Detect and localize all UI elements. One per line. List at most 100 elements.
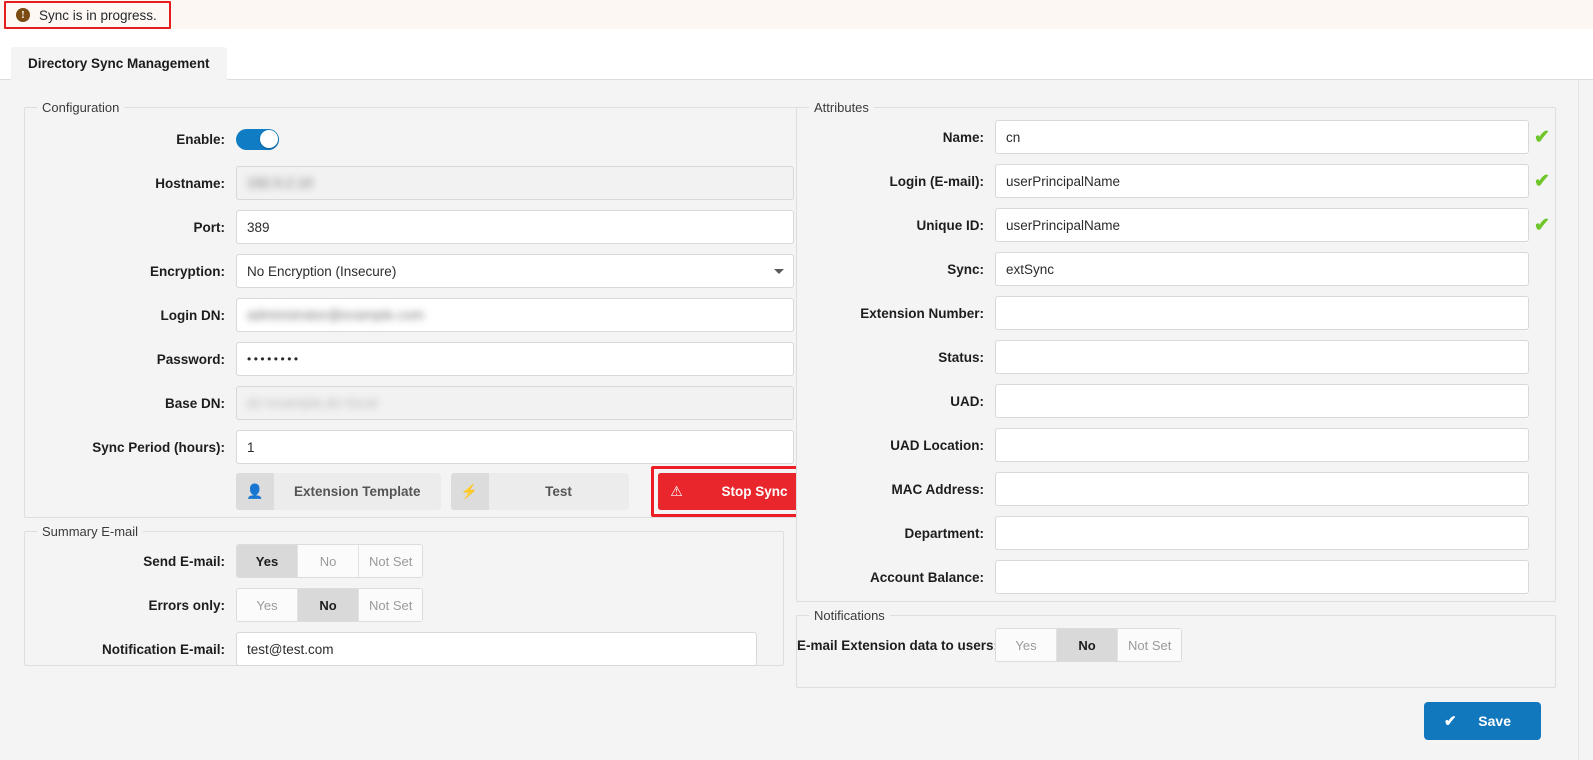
test-button[interactable]: ⚡ Test [450,472,629,510]
row-attr-status: Status: [797,335,1555,379]
row-errors-only: Errors only: Yes No Not Set [25,583,783,627]
email-extension-data-option-yes[interactable]: Yes [996,629,1057,661]
label-attr-unique-id: Unique ID: [916,217,985,233]
errors-only-option-yes[interactable]: Yes [237,589,298,621]
label-enable: Enable: [176,131,225,147]
label-encryption: Encryption: [149,263,225,279]
notification-email-input[interactable] [236,632,757,666]
port-input[interactable] [236,210,794,244]
row-base-dn: Base DN: dc=example,dc=local ✔ [25,381,820,425]
label-send-email: Send E-mail: [143,553,225,569]
label-hostname: Hostname: [155,175,225,191]
row-sync-period: Sync Period (hours): ✔ [25,425,820,469]
row-attr-uad-location: UAD Location: [797,423,1555,467]
row-send-email: Send E-mail: Yes No Not Set [25,539,783,583]
send-email-option-yes[interactable]: Yes [237,545,298,577]
attributes-panel: Attributes Name: ✔ Login (E-mail): ✔ Uni… [796,100,1556,602]
label-port: Port: [193,219,226,235]
email-extension-data-segmented: Yes No Not Set [995,628,1183,662]
attr-name-input[interactable] [995,120,1529,154]
user-icon: 👤 [236,472,274,510]
stop-sync-button[interactable]: ⚠ Stop Sync [657,472,814,510]
row-attr-department: Department: [797,511,1555,555]
send-email-option-no[interactable]: No [298,545,359,577]
attributes-legend: Attributes [814,100,869,115]
row-attr-uad: UAD: [797,379,1555,423]
label-email-extension-data: E-mail Extension data to users: [797,637,999,653]
errors-only-segmented: Yes No Not Set [236,588,424,622]
send-email-segmented: Yes No Not Set [236,544,424,578]
encryption-select[interactable]: No Encryption (Insecure) [236,254,794,288]
row-password: Password: •••••••• ✔ [25,337,820,381]
tab-directory-sync-management[interactable]: Directory Sync Management [11,47,227,80]
notifications-panel: Notifications E-mail Extension data to u… [796,608,1556,688]
stop-sync-highlight: ⚠ Stop Sync [650,465,820,517]
attr-account-balance-input[interactable] [995,560,1529,594]
hostname-input[interactable] [236,166,794,200]
row-login-dn: Login DN: administrator@example.com ✔ [25,293,820,337]
exclamation-circle-icon: ! [16,8,30,22]
attr-sync-input[interactable] [995,252,1529,286]
vertical-scrollbar[interactable] [1578,80,1593,760]
label-attr-extension-number: Extension Number: [860,305,984,321]
enable-toggle[interactable] [236,128,279,150]
row-notification-email: Notification E-mail: [25,627,783,671]
base-dn-input[interactable] [236,386,794,420]
row-attr-extension-number: Extension Number: [797,291,1555,335]
row-attr-sync: Sync: [797,247,1555,291]
check-icon: ✔ [1444,713,1457,730]
alert-banner-strip: ! Sync is in progress. [0,0,1593,29]
notifications-legend: Notifications [814,608,885,623]
label-attr-status: Status: [938,349,984,365]
login-dn-input[interactable] [236,298,794,332]
label-attr-login-email: Login (E-mail): [889,173,985,189]
attr-mac-address-input[interactable] [995,472,1529,506]
label-errors-only: Errors only: [148,597,225,613]
label-attr-mac-address: MAC Address: [891,481,984,497]
attr-status-input[interactable] [995,340,1529,374]
tab-bar: Directory Sync Management [0,29,1593,80]
attr-name-valid-check-icon: ✔ [1534,126,1550,148]
attr-department-input[interactable] [995,516,1529,550]
summary-email-panel: Summary E-mail Send E-mail: Yes No Not S… [24,524,784,666]
attr-extension-number-input[interactable] [995,296,1529,330]
chevron-down-icon [773,269,784,274]
row-attr-name: Name: ✔ [797,115,1555,159]
email-extension-data-option-not-set[interactable]: Not Set [1118,629,1182,661]
attr-login-email-input[interactable] [995,164,1529,198]
attr-login-email-valid-check-icon: ✔ [1534,170,1550,192]
page-body: Configuration Enable: Hostname: 192.0.2.… [0,80,1578,760]
attr-unique-id-input[interactable] [995,208,1529,242]
extension-template-button-label: Extension Template [274,472,441,510]
errors-only-option-not-set[interactable]: Not Set [359,589,423,621]
tab-label: Directory Sync Management [28,56,210,71]
row-hostname: Hostname: 192.0.2.10 ✔ [25,161,820,205]
configuration-legend: Configuration [42,100,120,115]
save-button[interactable]: ✔ Save [1424,702,1541,740]
summary-email-legend: Summary E-mail [42,524,139,539]
row-attr-login-email: Login (E-mail): ✔ [797,159,1555,203]
configuration-panel: Configuration Enable: Hostname: 192.0.2.… [24,100,821,518]
row-enable: Enable: [25,117,820,161]
label-attr-sync: Sync: [947,261,984,277]
label-attr-department: Department: [904,525,984,541]
attr-unique-id-valid-check-icon: ✔ [1534,214,1550,236]
attr-uad-input[interactable] [995,384,1529,418]
sync-period-input[interactable] [236,430,794,464]
email-extension-data-option-no[interactable]: No [1057,629,1118,661]
label-base-dn: Base DN: [164,395,225,411]
attr-uad-location-input[interactable] [995,428,1529,462]
label-attr-account-balance: Account Balance: [869,569,984,585]
errors-only-option-no[interactable]: No [298,589,359,621]
alert-message: Sync is in progress. [39,7,157,23]
toggle-knob [259,130,278,148]
warning-triangle-icon: ⚠ [657,472,696,510]
extension-template-button[interactable]: 👤 Extension Template [236,472,441,510]
directory-sync-management-page: ! Sync is in progress. Directory Sync Ma… [0,0,1593,760]
label-attr-name: Name: [942,129,984,145]
label-attr-uad: UAD: [950,393,984,409]
row-email-extension-data: E-mail Extension data to users: Yes No N… [797,623,1555,667]
password-input[interactable] [236,342,794,376]
send-email-option-not-set[interactable]: Not Set [359,545,423,577]
label-sync-period: Sync Period (hours): [92,439,225,455]
